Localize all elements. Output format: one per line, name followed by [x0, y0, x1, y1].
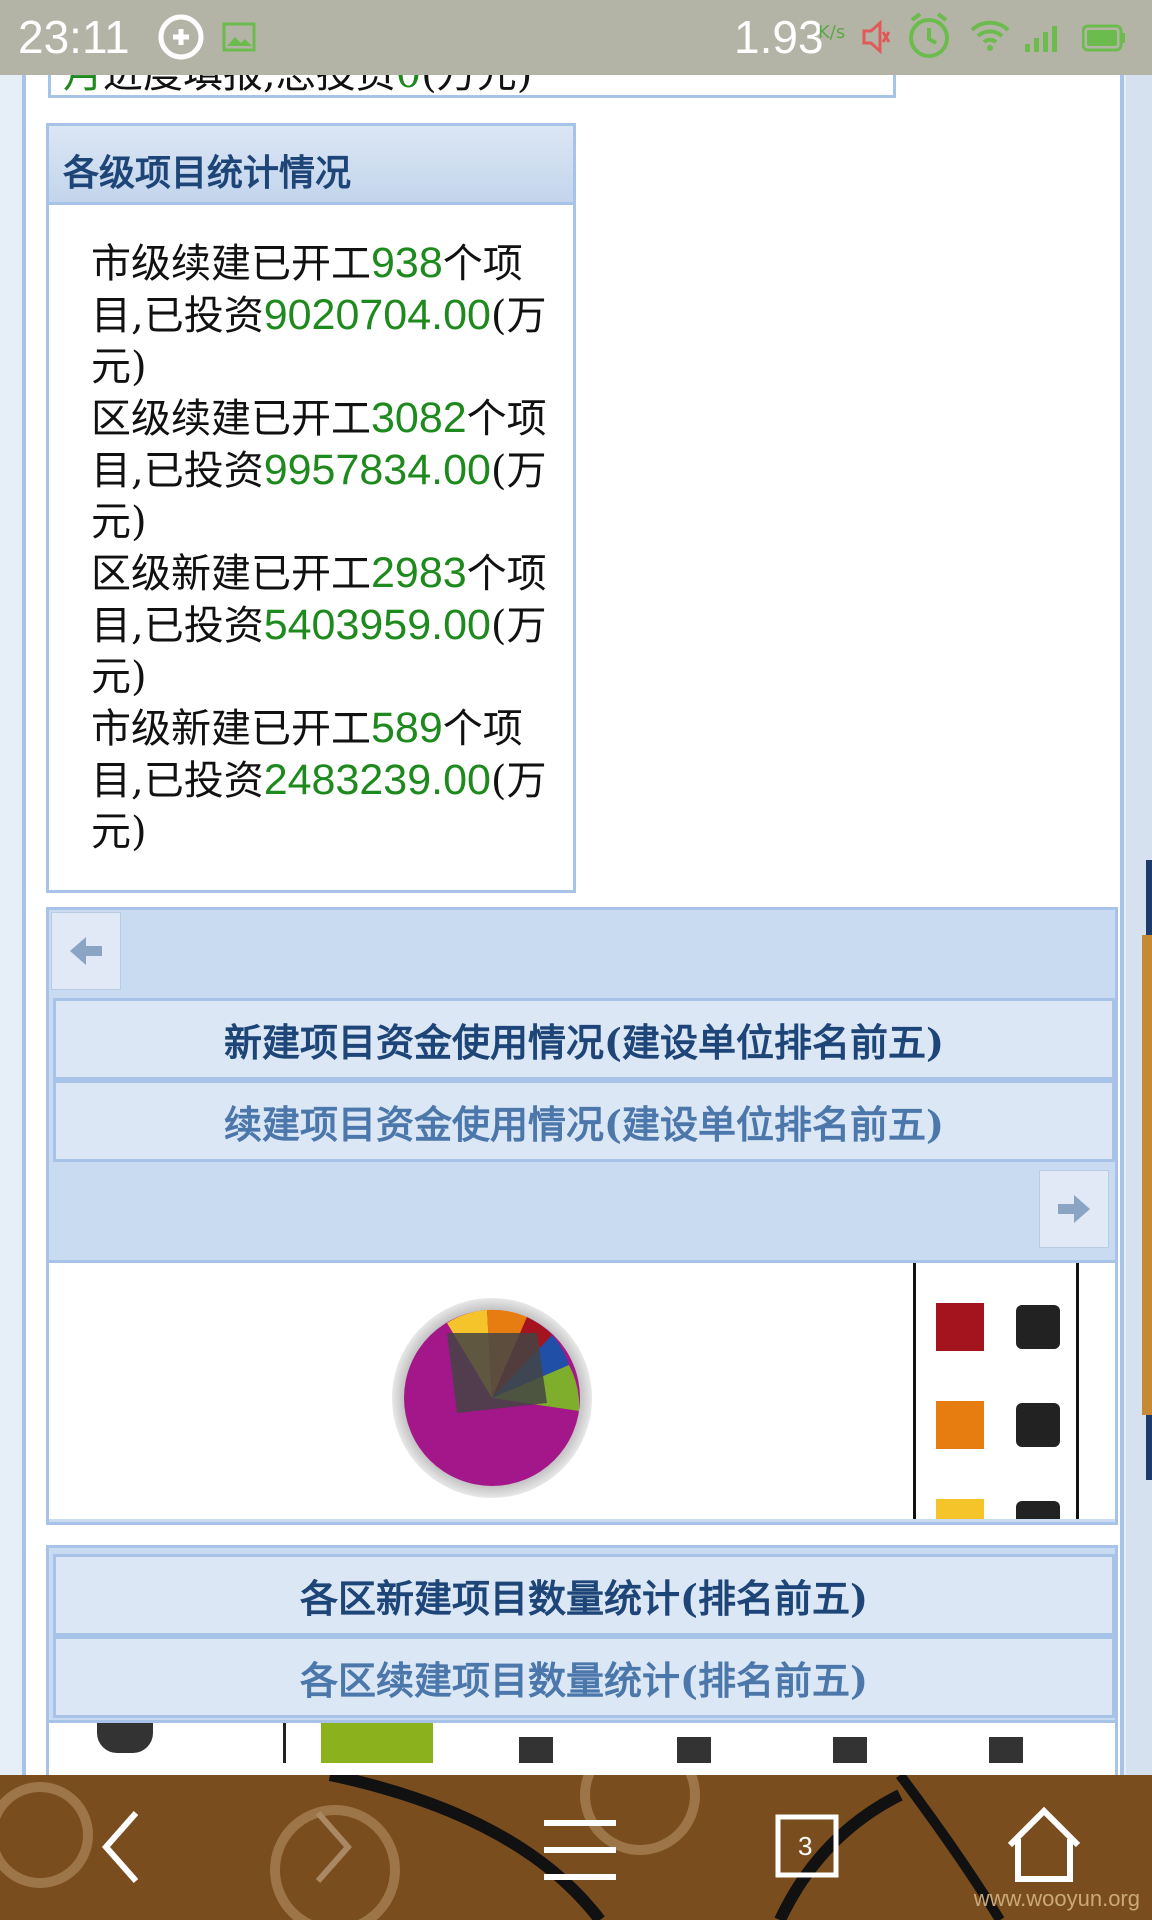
back-button[interactable] — [40, 1775, 200, 1920]
chart-glyph — [97, 1723, 153, 1753]
report-label: 进度填报,总投资 — [103, 75, 396, 95]
arrow-left-icon — [70, 937, 102, 965]
chart-bar — [321, 1723, 433, 1763]
pie-label-glyphs — [447, 1333, 547, 1413]
district-count-chart — [49, 1720, 1115, 1775]
report-unit: (万元) — [421, 75, 532, 95]
progress-report-text: 月进度填报,总投资0(万元) — [63, 75, 532, 95]
tab-count: 3 — [798, 1831, 813, 1861]
sync-icon — [158, 14, 204, 64]
stat-amount: 9020704.00 — [263, 291, 491, 339]
tab-scroll-row-top — [49, 910, 1115, 990]
chart-label-glyph — [519, 1737, 553, 1763]
chart-axis — [283, 1723, 286, 1763]
battery-icon — [1081, 24, 1126, 56]
report-value: 0 — [396, 75, 421, 95]
district-count-section: 各区新建项目数量统计(排名前五) 各区续建项目数量统计(排名前五) — [46, 1545, 1118, 1775]
funds-usage-section: 新建项目资金使用情况(建设单位排名前五) 续建项目资金使用情况(建设单位排名前五… — [46, 907, 1118, 1525]
wifi-icon — [970, 18, 1010, 56]
legend-label-glyph — [1016, 1501, 1060, 1519]
funds-chart-legend — [913, 1263, 1079, 1519]
stat-amount: 5403959.00 — [263, 601, 491, 649]
network-speed-unit: K/s — [818, 22, 846, 43]
stat-label: 区级续建已开工 — [91, 396, 371, 442]
chevron-left-icon — [101, 1811, 139, 1883]
legend-swatch — [936, 1303, 984, 1351]
signal-icon — [1024, 22, 1064, 56]
network-speed: 1.93 — [734, 11, 824, 63]
legend-swatch — [936, 1401, 984, 1449]
stat-line: 区级续建已开工3082个项目,已投资9957834.00(万元) — [91, 393, 561, 548]
status-bar: 23:11 1.93 K/s — [0, 0, 1152, 75]
chart-label-glyph — [677, 1737, 711, 1763]
bottom-navigation-bar: 3 www.wooyun.org — [0, 1775, 1152, 1920]
watermark: www.wooyun.org — [973, 1886, 1140, 1911]
stat-label: 市级续建已开工 — [91, 241, 371, 287]
legend-label-glyph — [1016, 1403, 1060, 1447]
chart-label-glyph — [833, 1737, 867, 1763]
image-notification-icon — [222, 22, 256, 56]
tab-new-project-count[interactable]: 各区新建项目数量统计(排名前五) — [53, 1554, 1115, 1636]
menu-button[interactable] — [500, 1775, 660, 1920]
clock: 23:11 — [18, 11, 130, 63]
menu-icon — [544, 1820, 616, 1880]
stat-label: 区级新建已开工 — [91, 551, 371, 597]
scroll-left-button[interactable] — [51, 912, 121, 990]
stat-count: 589 — [371, 704, 443, 752]
progress-report-box: 月进度填报,总投资0(万元) — [48, 75, 896, 98]
stat-amount: 2483239.00 — [263, 756, 491, 804]
web-page: 月进度填报,总投资0(万元) 各级项目统计情况 市级续建已开工938个项目,已投… — [22, 75, 1124, 1775]
project-stats-panel: 各级项目统计情况 市级续建已开工938个项目,已投资9020704.00(万元)… — [46, 123, 576, 893]
arrow-right-icon — [1058, 1195, 1090, 1223]
tab-new-project-funds[interactable]: 新建项目资金使用情况(建设单位排名前五) — [53, 998, 1115, 1080]
stat-amount: 9957834.00 — [263, 446, 491, 494]
page-scroll-edge — [1126, 75, 1152, 1775]
stat-count: 2983 — [371, 549, 467, 597]
stats-title: 各级项目统计情况 — [63, 152, 352, 194]
report-prefix: 月 — [63, 75, 103, 95]
funds-pie-chart — [392, 1298, 592, 1498]
forward-button[interactable] — [270, 1775, 430, 1920]
tab-continued-project-count[interactable]: 各区续建项目数量统计(排名前五) — [53, 1636, 1115, 1718]
funds-chart-area — [49, 1260, 1115, 1519]
stat-line: 市级续建已开工938个项目,已投资9020704.00(万元) — [91, 238, 561, 393]
tabs-button[interactable]: 3 — [726, 1775, 886, 1920]
alarm-icon — [906, 12, 952, 64]
chart-label-glyph — [989, 1737, 1023, 1763]
stat-line: 市级新建已开工589个项目,已投资2483239.00(万元) — [91, 703, 561, 858]
home-icon — [1007, 1806, 1081, 1882]
tab-scroll-row-bottom — [49, 1166, 1115, 1248]
chevron-right-icon — [315, 1811, 353, 1883]
stats-body: 市级续建已开工938个项目,已投资9020704.00(万元) 区级续建已开工3… — [91, 238, 561, 858]
stat-count: 3082 — [371, 394, 467, 442]
legend-label-glyph — [1016, 1305, 1060, 1349]
stats-header: 各级项目统计情况 — [49, 126, 573, 205]
stat-line: 区级新建已开工2983个项目,已投资5403959.00(万元) — [91, 548, 561, 703]
legend-swatch — [936, 1499, 984, 1519]
side-tab[interactable] — [1142, 935, 1152, 1415]
mute-icon — [862, 19, 892, 58]
scroll-right-button[interactable] — [1039, 1170, 1109, 1248]
stat-count: 938 — [371, 239, 443, 287]
stat-label: 市级新建已开工 — [91, 706, 371, 752]
tab-continued-project-funds[interactable]: 续建项目资金使用情况(建设单位排名前五) — [53, 1080, 1115, 1162]
